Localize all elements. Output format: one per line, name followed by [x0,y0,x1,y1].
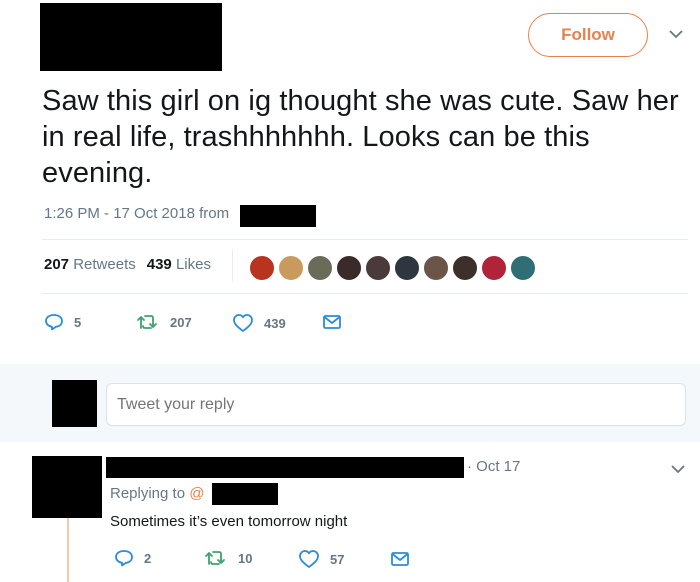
retweet-count: 207 [170,314,192,330]
replying-to-prefix: Replying to [110,485,190,502]
thread-line [67,518,69,582]
redacted-source [240,205,316,227]
replying-to-handle[interactable]: @ [189,485,204,502]
reply-retweet-count: 10 [238,550,253,566]
retweet-action[interactable]: 207 [136,313,192,331]
reply-action[interactable]: 5 [44,313,81,331]
redacted-user-avatar [52,380,97,427]
redacted-reply-handle [212,483,278,505]
liker-avatar[interactable] [248,254,276,282]
liker-avatar[interactable] [480,254,508,282]
reply-icon [115,550,133,567]
redacted-reply-avatar [32,456,102,518]
reply-like-action[interactable]: 57 [298,549,344,569]
direct-message-action[interactable] [322,314,342,330]
chevron-down-icon[interactable] [670,463,686,475]
liker-avatar[interactable] [509,254,537,282]
reply-input[interactable] [106,383,686,426]
heart-icon [233,314,253,332]
like-action[interactable]: 439 [232,313,286,333]
redacted-reply-author [106,457,464,478]
reply-like-count: 57 [330,551,345,567]
replying-to: Replying to @ [110,485,204,502]
like-count: 439 [264,315,286,331]
divider [42,293,688,294]
liker-avatar[interactable] [277,254,305,282]
reply-reply-action[interactable]: 2 [114,549,151,567]
follow-button[interactable]: Follow [528,13,648,57]
retweets-stat[interactable]: 207 Retweets [44,256,136,273]
reply-retweet-action[interactable]: 10 [204,549,252,567]
reply-icon [45,314,63,331]
reply-reply-count: 2 [144,550,152,566]
divider [42,239,688,240]
tweet-timestamp: 1:26 PM - 17 Oct 2018 from [44,205,229,222]
liker-avatar[interactable] [364,254,392,282]
reply-text: Sometimes it’s even tomorrow night [110,513,348,530]
retweet-icon [205,551,225,565]
timestamp-text[interactable]: 1:26 PM - 17 Oct 2018 from [44,205,229,222]
liker-avatar[interactable] [451,254,479,282]
reply-direct-message-action[interactable] [390,551,410,567]
liker-avatar[interactable] [393,254,421,282]
reply-count: 5 [74,314,82,330]
retweet-icon [137,315,157,329]
liker-avatar[interactable] [306,254,334,282]
envelope-icon [323,315,341,329]
redacted-user-name [40,3,222,71]
heart-icon [299,550,319,568]
tweet-stats: 207 Retweets 439 Likes [44,256,211,273]
likes-stat[interactable]: 439 Likes [147,256,211,273]
chevron-down-icon[interactable] [668,28,684,40]
stats-divider [232,250,233,282]
liker-avatar[interactable] [422,254,450,282]
reply-date[interactable]: · Oct 17 [467,458,520,475]
envelope-icon [391,552,409,566]
tweet-text: Saw this girl on ig thought she was cute… [42,85,679,189]
liker-avatar[interactable] [335,254,363,282]
